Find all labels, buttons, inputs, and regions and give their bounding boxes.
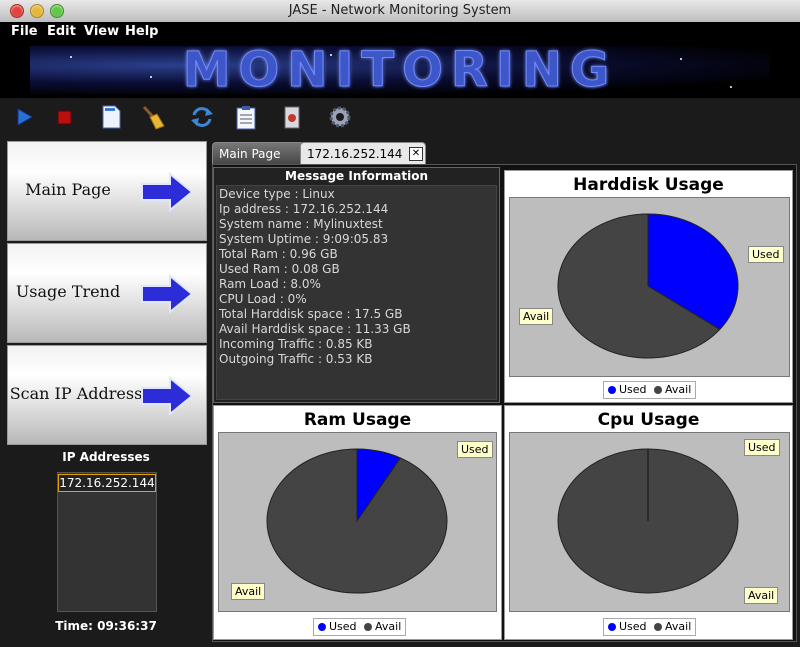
sidebar-item-label: Scan IP Address bbox=[9, 384, 143, 403]
arrow-right-icon bbox=[141, 172, 194, 212]
pie-svg bbox=[557, 448, 739, 594]
info-line: Outgoing Traffic : 0.53 KB bbox=[219, 352, 373, 366]
close-tab-icon[interactable]: ✕ bbox=[409, 147, 423, 161]
pie-label-avail: Avail bbox=[519, 308, 554, 325]
legend-avail-label: Avail bbox=[665, 620, 692, 633]
info-line: Incoming Traffic : 0.85 KB bbox=[219, 337, 373, 351]
tab-main-page[interactable]: Main Page bbox=[212, 142, 304, 165]
info-line: Total Ram : 0.96 GB bbox=[219, 247, 338, 261]
chart-title: Ram Usage bbox=[303, 410, 412, 430]
arrow-right-icon bbox=[141, 376, 194, 416]
stop-icon[interactable] bbox=[52, 104, 78, 130]
cpu-usage-chart: Cpu Usage Used Avail Used Avail bbox=[504, 405, 793, 640]
message-information-title: Message Information bbox=[285, 169, 428, 183]
info-line: Total Harddisk space : 17.5 GB bbox=[219, 307, 403, 321]
settings-icon[interactable] bbox=[327, 104, 353, 130]
pie-slice-avail bbox=[266, 448, 448, 594]
pie-label-avail: Avail bbox=[231, 583, 266, 600]
legend-avail-swatch bbox=[654, 386, 663, 394]
banner: MONITORING bbox=[0, 42, 800, 98]
legend-avail-label: Avail bbox=[665, 383, 692, 396]
info-line: Ram Load : 8.0% bbox=[219, 277, 321, 291]
chart-legend: Used Avail bbox=[603, 381, 697, 399]
chart-legend: Used Avail bbox=[313, 618, 407, 636]
broom-icon[interactable] bbox=[140, 104, 166, 130]
info-line: Used Ram : 0.08 GB bbox=[219, 262, 340, 276]
pie-label-avail: Avail bbox=[744, 587, 779, 604]
harddisk-usage-chart: Harddisk Usage Used Avail Used Avail bbox=[504, 170, 793, 403]
pie-label-used: Used bbox=[748, 246, 784, 263]
legend-avail-swatch bbox=[364, 623, 373, 631]
chart-title: Cpu Usage bbox=[597, 410, 700, 430]
message-information-panel: Message Information Device type : Linux … bbox=[213, 167, 500, 403]
ram-usage-chart: Ram Usage Used Avail Used Avail bbox=[213, 405, 502, 640]
arrow-right-icon bbox=[141, 274, 194, 314]
sidebar-item-label: Main Page bbox=[25, 180, 111, 199]
menu-bar: File Edit View Help bbox=[0, 22, 800, 42]
sidebar-scan-ip-button[interactable]: Scan IP Address bbox=[7, 345, 207, 445]
chart-legend: Used Avail bbox=[603, 618, 697, 636]
sidebar-main-page-button[interactable]: Main Page bbox=[7, 141, 207, 241]
legend-avail-swatch bbox=[654, 623, 663, 631]
sidebar-item-label: Usage Trend bbox=[15, 282, 121, 301]
chart-title: Harddisk Usage bbox=[573, 175, 724, 195]
refresh-icon[interactable] bbox=[189, 104, 215, 130]
tab-ip-address[interactable]: 172.16.252.144 ✕ bbox=[300, 142, 426, 165]
exit-door-icon[interactable] bbox=[279, 104, 305, 130]
legend-used-label: Used bbox=[619, 620, 647, 633]
plot-area: Used Avail bbox=[509, 432, 790, 612]
ip-address-list[interactable]: 172.16.252.144 bbox=[57, 472, 157, 612]
info-line: CPU Load : 0% bbox=[219, 292, 307, 306]
document-icon[interactable] bbox=[98, 104, 124, 130]
clipboard-icon[interactable] bbox=[233, 104, 259, 130]
tab-label: Main Page bbox=[219, 147, 281, 161]
window-titlebar: JASE - Network Monitoring System bbox=[0, 0, 800, 23]
legend-used-swatch bbox=[608, 386, 616, 394]
info-line: Avail Harddisk space : 11.33 GB bbox=[219, 322, 411, 336]
banner-background: MONITORING bbox=[30, 42, 770, 98]
sidebar-usage-trend-button[interactable]: Usage Trend bbox=[7, 243, 207, 343]
menu-view[interactable]: View bbox=[84, 24, 119, 39]
info-line: Ip address : 172.16.252.144 bbox=[219, 202, 389, 216]
pie-label-used: Used bbox=[457, 441, 493, 458]
legend-used-swatch bbox=[608, 623, 616, 631]
legend-avail-label: Avail bbox=[375, 620, 402, 633]
legend-used-swatch bbox=[318, 623, 326, 631]
banner-logo-text: MONITORING bbox=[182, 42, 618, 98]
info-line: System name : Mylinuxtest bbox=[219, 217, 383, 231]
clock-label: Time: 09:36:37 bbox=[55, 619, 157, 633]
ip-list-item[interactable]: 172.16.252.144 bbox=[58, 474, 156, 492]
window-title: JASE - Network Monitoring System bbox=[288, 3, 512, 18]
menu-file[interactable]: File bbox=[11, 24, 38, 39]
ip-addresses-title: IP Addresses bbox=[62, 450, 150, 464]
play-icon[interactable] bbox=[12, 104, 38, 130]
tab-label: 172.16.252.144 bbox=[307, 147, 403, 161]
legend-used-label: Used bbox=[619, 383, 647, 396]
plot-area: Used Avail bbox=[218, 432, 497, 612]
toolbar bbox=[0, 98, 800, 136]
pie-label-used: Used bbox=[744, 439, 780, 456]
message-text-area[interactable]: Device type : Linux Ip address : 172.16.… bbox=[216, 185, 497, 400]
pie-svg bbox=[557, 213, 739, 359]
menu-help[interactable]: Help bbox=[125, 24, 158, 39]
info-line: Device type : Linux bbox=[219, 187, 335, 201]
legend-used-label: Used bbox=[329, 620, 357, 633]
info-line: System Uptime : 9:09:05.83 bbox=[219, 232, 389, 246]
plot-area: Used Avail bbox=[509, 197, 790, 377]
menu-edit[interactable]: Edit bbox=[47, 24, 76, 39]
